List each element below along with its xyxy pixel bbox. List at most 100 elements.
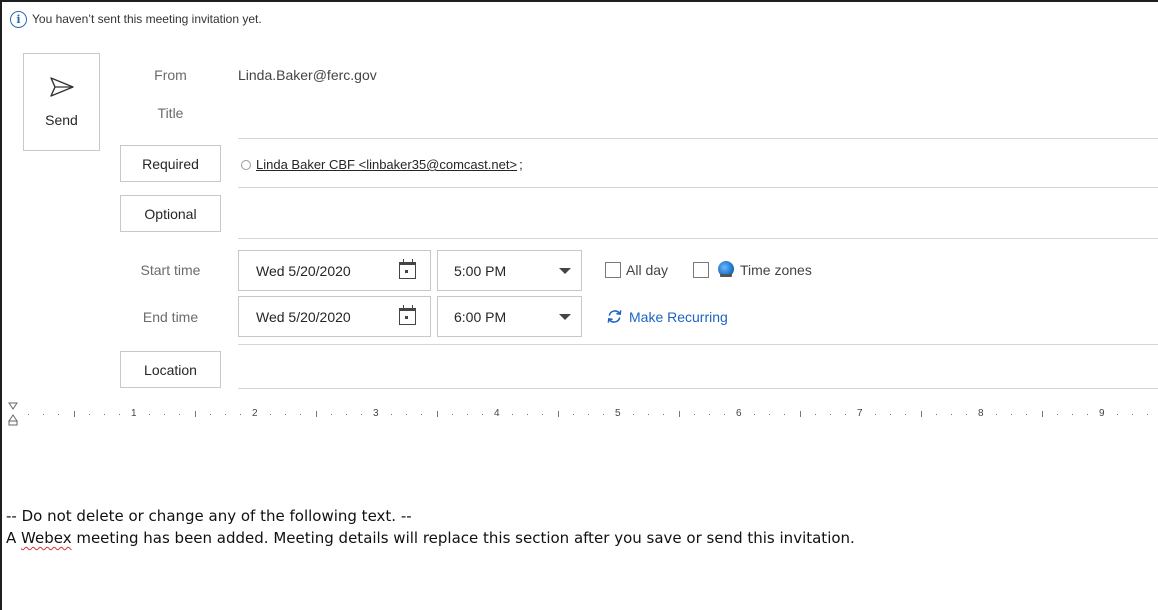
start-time-label: Start time — [140, 262, 201, 278]
time-zones-label: Time zones — [740, 262, 812, 278]
ruler-dot — [693, 414, 695, 415]
send-icon — [49, 77, 74, 97]
misspelled-word[interactable]: Webex — [21, 529, 72, 547]
required-button[interactable]: Required — [120, 145, 221, 182]
chevron-down-icon[interactable] — [559, 314, 571, 320]
required-recipient-link[interactable]: Linda Baker CBF <linbaker35@comcast.net> — [256, 157, 517, 172]
ruler-dot — [784, 414, 786, 415]
ruler-dot — [875, 414, 877, 415]
ruler-tick — [436, 411, 438, 417]
calendar-icon[interactable] — [399, 305, 416, 325]
ruler-dot — [769, 414, 771, 415]
indent-marker-icon[interactable] — [8, 402, 18, 426]
ruler-dot — [572, 414, 574, 415]
ruler-dot — [890, 414, 892, 415]
ruler-dot — [406, 414, 408, 415]
ruler-number: 5 — [615, 408, 621, 419]
info-bar-text: You haven’t sent this meeting invitation… — [32, 12, 262, 26]
optional-button[interactable]: Optional — [120, 195, 221, 232]
required-recipients[interactable]: Linda Baker CBF <linbaker35@comcast.net>… — [241, 157, 523, 172]
ruler-dot — [1056, 414, 1058, 415]
recipient-separator: ; — [519, 157, 523, 172]
ruler-dot — [451, 414, 453, 415]
ruler-dot — [1071, 414, 1073, 415]
ruler-tick — [1041, 411, 1043, 417]
ruler-dot — [58, 414, 60, 415]
title-label: Title — [157, 105, 184, 121]
ruler-tick — [678, 411, 680, 417]
ruler-tick — [557, 411, 559, 417]
ruler-dot — [754, 414, 756, 415]
ruler-dot — [209, 414, 211, 415]
ruler-number: 3 — [373, 408, 379, 419]
ruler-number: 1 — [131, 408, 137, 419]
ruler-dot — [466, 414, 468, 415]
ruler-dot — [542, 414, 544, 415]
ruler-tick — [315, 411, 317, 417]
body-line-1[interactable]: -- Do not delete or change any of the fo… — [6, 507, 412, 525]
end-time-dropdown[interactable]: 6:00 PM — [437, 296, 582, 337]
body-line-2[interactable]: A Webex meeting has been added. Meeting … — [6, 529, 855, 547]
ruler-dot — [481, 414, 483, 415]
location-button[interactable]: Location — [120, 351, 221, 388]
make-recurring-link[interactable]: Make Recurring — [606, 308, 728, 325]
ruler-dot — [1132, 414, 1134, 415]
ruler-dot — [345, 414, 347, 415]
ruler-dot — [1147, 414, 1149, 415]
recurring-icon — [607, 310, 622, 323]
from-value[interactable]: Linda.Baker@ferc.gov — [238, 67, 377, 83]
ruler-dot — [88, 414, 90, 415]
ruler-dot — [330, 414, 332, 415]
ruler-dot — [965, 414, 967, 415]
ruler-dot — [179, 414, 181, 415]
ruler-dot — [708, 414, 710, 415]
ruler-dot — [633, 414, 635, 415]
ruler-tick — [920, 411, 922, 417]
location-underline[interactable] — [238, 388, 1158, 389]
start-time-dropdown[interactable]: 5:00 PM — [437, 250, 582, 291]
end-time-label: End time — [142, 309, 199, 325]
chevron-down-icon[interactable] — [559, 268, 571, 274]
ruler-dot — [1011, 414, 1013, 415]
body-line-2-prefix: A — [6, 529, 22, 547]
body-line-2-rest: meeting has been added. Meeting details … — [71, 529, 855, 547]
ruler-dot — [118, 414, 120, 415]
ruler-dot — [391, 414, 393, 415]
send-label: Send — [45, 112, 78, 128]
ruler-number: 7 — [857, 408, 863, 419]
ruler-dot — [527, 414, 529, 415]
end-date-value: Wed 5/20/2020 — [256, 308, 351, 325]
ruler-dot — [239, 414, 241, 415]
ruler-dot — [224, 414, 226, 415]
start-time-value: 5:00 PM — [454, 262, 507, 279]
ruler-tick — [799, 411, 801, 417]
start-date-picker[interactable]: Wed 5/20/2020 — [238, 250, 431, 291]
info-icon: i — [10, 10, 27, 28]
info-bar: i You haven’t sent this meeting invitati… — [10, 10, 262, 28]
optional-underline[interactable] — [238, 238, 1158, 239]
ruler-dot — [43, 414, 45, 415]
time-zones-checkbox[interactable] — [693, 262, 709, 278]
ruler-number: 4 — [494, 408, 500, 419]
make-recurring-label: Make Recurring — [629, 308, 728, 325]
send-button[interactable]: Send — [23, 53, 100, 151]
ruler-dot — [421, 414, 423, 415]
ruler-dot — [935, 414, 937, 415]
required-underline — [238, 187, 1158, 188]
ruler-dot — [587, 414, 589, 415]
ruler-dot — [360, 414, 362, 415]
ruler-dot — [149, 414, 151, 415]
ruler-dot — [844, 414, 846, 415]
calendar-icon[interactable] — [399, 259, 416, 279]
ruler-number: 8 — [978, 408, 984, 419]
ruler-dot — [1086, 414, 1088, 415]
all-day-checkbox[interactable] — [605, 262, 621, 278]
ruler-dot — [648, 414, 650, 415]
from-label: From — [154, 67, 187, 83]
ruler-dot — [723, 414, 725, 415]
end-date-picker[interactable]: Wed 5/20/2020 — [238, 296, 431, 337]
title-input-underline[interactable] — [238, 138, 1158, 139]
globe-icon — [718, 261, 734, 277]
ruler-dot — [512, 414, 514, 415]
time-section-divider — [238, 344, 1158, 345]
